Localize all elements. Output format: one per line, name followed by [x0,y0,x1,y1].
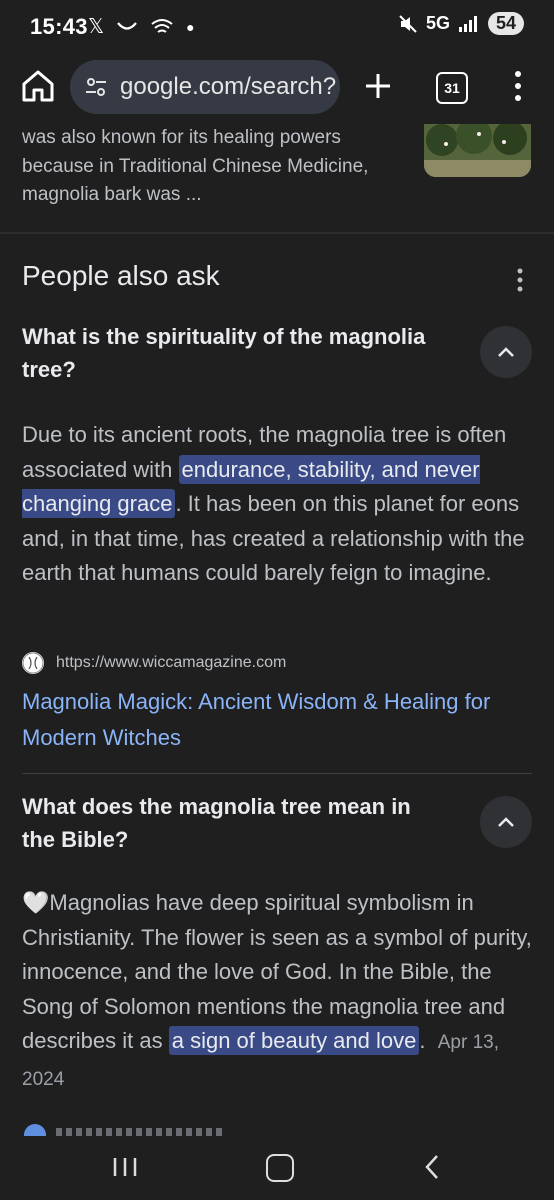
back-icon[interactable] [424,1154,440,1180]
site-settings-icon[interactable] [84,75,108,99]
section-separator [0,232,554,234]
status-time: 15:43 [30,14,88,39]
wifi-calling-icon [151,18,173,33]
paa-answer-2: 🤍Magnolias have deep spiritual symbolism… [22,886,532,1097]
previous-result-thumbnail[interactable] [424,124,531,177]
chevron-up-icon [498,347,514,357]
source-url-1[interactable]: https://www.wiccamagazine.com [56,654,286,672]
system-nav-bar [0,1140,554,1200]
recent-apps-icon[interactable] [112,1156,138,1178]
new-tab-icon[interactable] [360,68,396,104]
source-row-1[interactable]: https://www.wiccamagazine.com [22,652,286,674]
answer-2-highlight: a sign of beauty and love [168,1026,420,1055]
paa-question-1[interactable]: What is the spirituality of the magnolia… [22,320,532,386]
dot-icon: ● [186,18,195,35]
question-divider [22,773,532,774]
more-menu-icon[interactable] [508,68,528,104]
paa-more-options-icon[interactable] [512,266,528,294]
result-link-1[interactable]: Magnolia Magick: Ancient Wisdom & Healin… [22,684,532,756]
collapse-button-1[interactable] [480,326,532,378]
network-label: 5G [425,13,450,33]
mute-icon [399,14,417,33]
collapse-button-2[interactable] [480,796,532,848]
home-nav-icon[interactable] [266,1154,294,1182]
wicca-favicon-icon [22,652,44,674]
url-text[interactable]: google.com/search? [120,73,336,101]
paa-question-2-text[interactable]: What does the magnolia tree mean in the … [22,790,442,856]
signal-icon [458,15,477,32]
paa-question-1-text[interactable]: What is the spirituality of the magnolia… [22,320,442,386]
partial-favicon-icon [24,1124,46,1136]
browser-toolbar: google.com/search? 31 [0,52,554,124]
home-icon[interactable] [18,66,58,106]
previous-result-snippet: was also known for its healing powers be… [22,127,369,205]
paa-heading: People also ask [22,260,220,291]
x-app-icon: 𝕏 [88,16,105,38]
partial-source-url [56,1128,226,1136]
status-right: 5G 54 [398,12,524,35]
tab-switcher-button[interactable]: 31 [436,72,468,104]
battery-indicator: 54 [487,12,524,35]
status-bar: 15:43 𝕏 ● 5G 54 [0,0,554,52]
paa-answer-1: Due to its ancient roots, the magnolia t… [22,418,532,591]
notification-icons: 𝕏 ● [88,14,195,39]
address-bar[interactable]: google.com/search? [70,60,340,114]
answer-2-text-end: . [419,1028,426,1053]
paa-question-2[interactable]: What does the magnolia tree mean in the … [22,790,532,856]
white-heart-icon: 🤍 [22,890,50,915]
chevron-up-icon [498,817,514,827]
magnolia-trees-image [424,124,531,177]
missed-call-icon [117,21,137,30]
